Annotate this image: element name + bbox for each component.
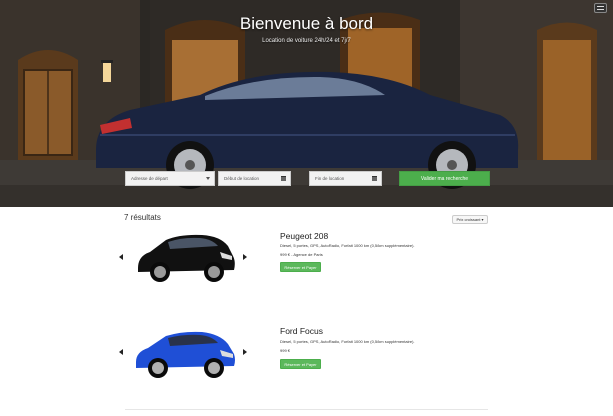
- calendar-icon[interactable]: [372, 176, 377, 181]
- list-item: Peugeot 208 Diesel, 5 portes, GPS, AutoR…: [118, 230, 498, 310]
- car-title: Ford Focus: [280, 326, 323, 336]
- chevron-right-icon[interactable]: [243, 254, 247, 260]
- end-date-placeholder: Fin de location: [315, 176, 345, 181]
- car-title: Peugeot 208: [280, 231, 329, 241]
- car-price: 999 € - Agence de Paris: [280, 252, 323, 257]
- car-price: 999 €: [280, 348, 291, 353]
- chevron-down-icon: [206, 177, 210, 180]
- car-image: [136, 331, 235, 378]
- search-submit-button[interactable]: Valider ma recherche: [399, 171, 490, 186]
- start-date-placeholder: Début de location: [224, 176, 260, 181]
- chevron-left-icon[interactable]: [119, 254, 123, 260]
- reserve-button[interactable]: Réserver et Payer: [280, 359, 321, 369]
- chevron-left-icon[interactable]: [119, 349, 123, 355]
- car-description: Diesel, 5 portes, GPS, AutoRadio, Forfai…: [280, 339, 415, 344]
- hero-subtitle: Location de voiture 24h/24 et 7j/7: [262, 38, 351, 44]
- search-bar: Adresse de départ Début de location Fin …: [125, 171, 490, 186]
- sort-dropdown[interactable]: Prix croissant ▾: [452, 215, 488, 224]
- divider: [125, 409, 488, 410]
- reserve-button[interactable]: Réserver et Payer: [280, 262, 321, 272]
- hamburger-menu-icon[interactable]: [594, 3, 607, 13]
- hero-title: Bienvenue à bord: [239, 14, 374, 33]
- calendar-icon[interactable]: [281, 176, 286, 181]
- car-description: Diesel, 5 portes, GPS, AutoRadio, Forfai…: [280, 243, 415, 248]
- departure-select[interactable]: Adresse de départ: [125, 171, 215, 186]
- chevron-right-icon[interactable]: [243, 349, 247, 355]
- list-item: Ford Focus Diesel, 5 portes, GPS, AutoRa…: [118, 326, 498, 406]
- results-count: 7 résultats: [124, 213, 161, 222]
- departure-placeholder: Adresse de départ: [131, 176, 168, 181]
- hero-banner: Bienvenue à bord Location de voiture 24h…: [0, 0, 613, 207]
- car-image: [138, 234, 235, 282]
- end-date-input[interactable]: Fin de location: [309, 171, 382, 186]
- start-date-input[interactable]: Début de location: [218, 171, 291, 186]
